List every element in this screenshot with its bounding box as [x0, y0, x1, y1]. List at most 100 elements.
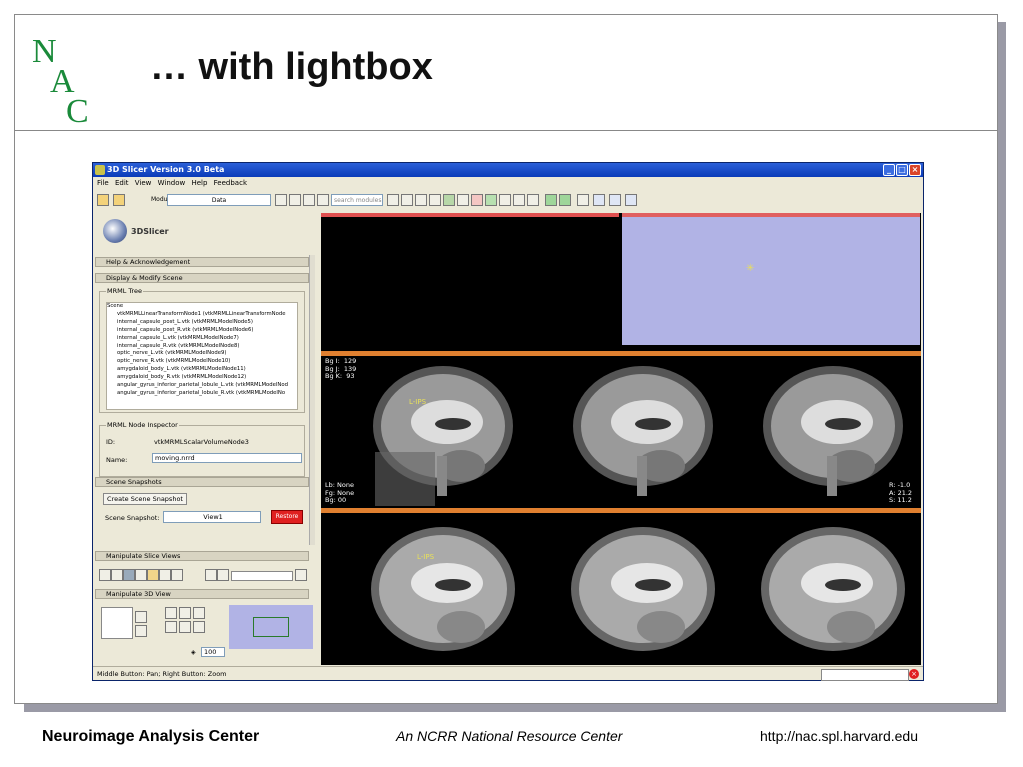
minimize-icon[interactable]: _ — [883, 164, 895, 176]
slice-fg-icon[interactable] — [111, 569, 123, 581]
section-display[interactable]: Display & Modify Scene — [95, 273, 309, 283]
toolbar: Modules: Data search modules — [93, 191, 923, 211]
close-icon[interactable]: × — [909, 164, 921, 176]
view-stereo-icon[interactable] — [165, 621, 177, 633]
snapshot-select[interactable]: View1 — [163, 511, 261, 523]
window-title: 3D Slicer Version 3.0 Beta — [107, 165, 225, 174]
slice-layout-icon[interactable] — [99, 569, 111, 581]
tree-item[interactable]: internal_capsule_post_L.vtk (vtkMRMLMode… — [107, 319, 297, 327]
search-icon[interactable] — [387, 194, 399, 206]
brain-slice-image — [573, 366, 713, 496]
tree-item[interactable]: amygdaloid_body_R.vtk (vtkMRMLModelNode1… — [107, 374, 297, 382]
slice-opacity-slider[interactable] — [231, 571, 293, 581]
brain-slice-image — [571, 527, 715, 651]
slice-label-icon[interactable] — [135, 569, 147, 581]
red-slice-view[interactable] — [321, 213, 619, 345]
menu-help[interactable]: Help — [191, 179, 207, 187]
orientation-widget[interactable] — [101, 607, 133, 639]
transforms-icon[interactable] — [499, 194, 511, 206]
place-icon[interactable] — [609, 194, 621, 206]
tree-item[interactable]: optic_nerve_R.vtk (vtkMRMLModelNode10) — [107, 358, 297, 366]
zoom-field[interactable]: 100 — [201, 647, 225, 657]
slice-crosshair-icon[interactable] — [159, 569, 171, 581]
tree-item[interactable]: vtkMRMLLinearTransformNode1 (vtkMRMLLine… — [107, 311, 297, 319]
measure-icon[interactable] — [513, 194, 525, 206]
view-icon[interactable] — [625, 194, 637, 206]
save-scene-icon[interactable] — [113, 194, 125, 206]
module-history-icon[interactable] — [303, 194, 315, 206]
yellow-lightbox-view[interactable]: Bg I: 129 Bg J: 139 Bg K: 93 Lb: None Fg… — [321, 351, 921, 506]
volumes-icon[interactable] — [429, 194, 441, 206]
module-panel-scrollbar[interactable] — [309, 255, 315, 545]
node-name-field[interactable]: moving.nrrd — [152, 453, 302, 463]
redo-icon[interactable] — [559, 194, 571, 206]
annotation-label: L-IPS — [417, 553, 435, 561]
footer-url[interactable]: http://nac.spl.harvard.edu — [760, 728, 918, 744]
tree-item[interactable]: internal_capsule_L.vtk (vtkMRMLModelNode… — [107, 335, 297, 343]
zoom-icon[interactable] — [135, 625, 147, 637]
rotate-icon[interactable] — [135, 611, 147, 623]
mrml-tree-title: MRML Tree — [106, 287, 143, 295]
node-name-label: Name: — [106, 456, 128, 464]
slice-grid-icon[interactable] — [171, 569, 183, 581]
undo-icon[interactable] — [545, 194, 557, 206]
menu-edit[interactable]: Edit — [115, 179, 129, 187]
next-module-icon[interactable] — [289, 194, 301, 206]
section-snapshots[interactable]: Scene Snapshots — [95, 477, 309, 487]
tree-item[interactable]: Scene — [107, 303, 297, 311]
search-modules-input[interactable]: search modules — [331, 194, 383, 206]
section-slice-views[interactable]: Manipulate Slice Views — [95, 551, 309, 561]
home-icon[interactable] — [401, 194, 413, 206]
view-ortho-icon[interactable] — [193, 607, 205, 619]
menu-view[interactable]: View — [135, 179, 152, 187]
menu-file[interactable]: File — [97, 179, 109, 187]
menu-feedback[interactable]: Feedback — [214, 179, 247, 187]
module-panel: 3DSlicer Help & Acknowledgement Display … — [95, 213, 315, 665]
view-box-icon[interactable] — [179, 607, 191, 619]
editor-icon[interactable] — [471, 194, 483, 206]
slice-link-icon[interactable] — [205, 569, 217, 581]
snapshot-icon[interactable] — [577, 194, 589, 206]
slice-visible-icon[interactable] — [147, 569, 159, 581]
error-icon[interactable]: × — [909, 669, 919, 679]
tree-item[interactable]: internal_capsule_post_R.vtk (vtkMRMLMode… — [107, 327, 297, 335]
view-snapshot-icon[interactable] — [193, 621, 205, 633]
app-icon — [95, 165, 105, 175]
refresh-module-icon[interactable] — [317, 194, 329, 206]
color-icon[interactable] — [485, 194, 497, 206]
menu-window[interactable]: Window — [158, 179, 186, 187]
view-color-icon[interactable] — [179, 621, 191, 633]
slice-views-toolbar — [99, 569, 307, 583]
slice-options-icon[interactable] — [295, 569, 307, 581]
maximize-icon[interactable]: □ — [896, 164, 908, 176]
window-titlebar[interactable]: 3D Slicer Version 3.0 Beta _ □ × — [93, 163, 923, 177]
navigator-box[interactable] — [253, 617, 289, 637]
mrml-tree[interactable]: Scene vtkMRMLLinearTransformNode1 (vtkMR… — [106, 302, 298, 410]
restore-button[interactable]: Restore — [271, 510, 303, 524]
tree-item[interactable]: optic_nerve_L.vtk (vtkMRMLModelNode9) — [107, 350, 297, 358]
modules-dropdown[interactable]: Data — [167, 194, 271, 206]
models-icon[interactable] — [443, 194, 455, 206]
prev-module-icon[interactable] — [275, 194, 287, 206]
green-lightbox-view[interactable]: L-IPS — [321, 508, 921, 665]
fiducials-icon[interactable] — [457, 194, 469, 206]
slice-fit-icon[interactable] — [217, 569, 229, 581]
tree-item[interactable]: angular_gyrus_inferior_parietal_lobule_R… — [107, 390, 297, 398]
section-help[interactable]: Help & Acknowledgement — [95, 257, 309, 267]
create-snapshot-button[interactable]: Create Scene Snapshot — [103, 493, 187, 505]
section-3d-view[interactable]: Manipulate 3D View — [95, 589, 309, 599]
tree-item[interactable]: amygdaloid_body_L.vtk (vtkMRMLModelNode1… — [107, 366, 297, 374]
view3d-navigator[interactable] — [229, 605, 313, 649]
slice-viewer-area: ✳ Bg I: 129 Bg J: 139 Bg K: 93 Lb: None … — [321, 213, 921, 665]
open-scene-icon[interactable] — [97, 194, 109, 206]
slice-bg-icon[interactable] — [123, 569, 135, 581]
tree-item[interactable]: angular_gyrus_inferior_parietal_lobule_L… — [107, 382, 297, 390]
node-inspector-group: MRML Node Inspector ID: vtkMRMLScalarVol… — [99, 421, 305, 477]
data-icon[interactable] — [415, 194, 427, 206]
3d-view[interactable]: ✳ — [622, 213, 920, 345]
tree-item[interactable]: internal_capsule_R.vtk (vtkMRMLModelNode… — [107, 343, 297, 351]
pick-icon[interactable] — [593, 194, 605, 206]
layout-icon[interactable] — [527, 194, 539, 206]
view-axes-icon[interactable] — [165, 607, 177, 619]
node-inspector-title: MRML Node Inspector — [106, 421, 179, 429]
